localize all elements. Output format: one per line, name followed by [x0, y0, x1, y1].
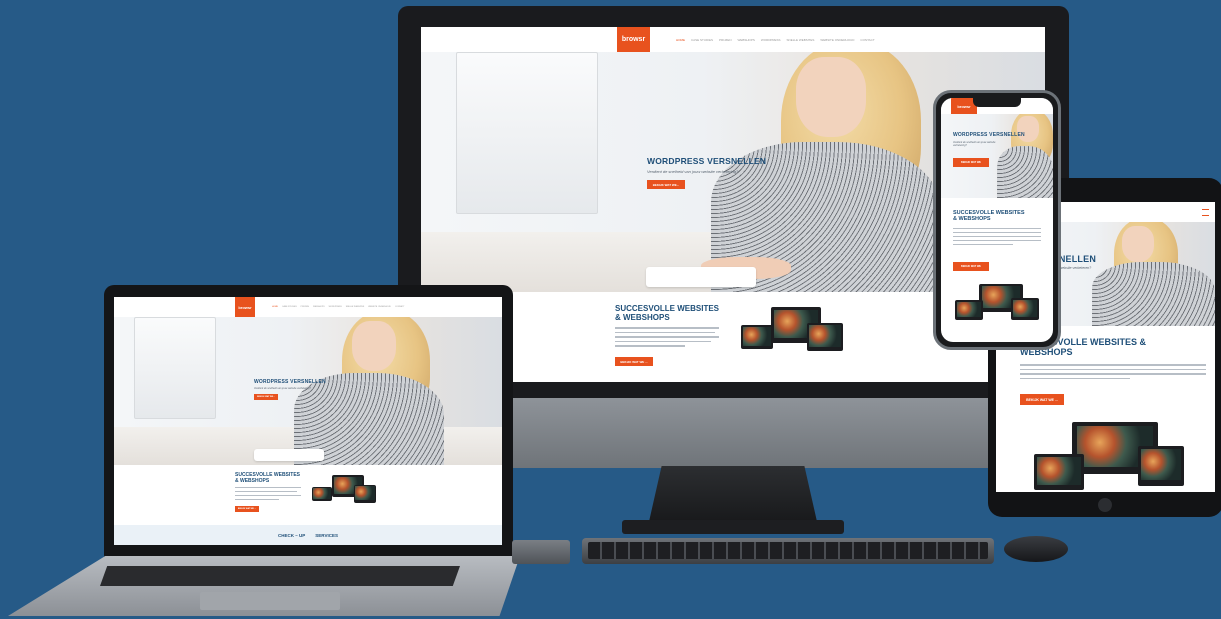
- phone-devices-mockup: [955, 284, 1039, 328]
- nav-item-home[interactable]: HOME: [676, 38, 685, 42]
- imac-section-text: [615, 327, 719, 350]
- laptop-hero-subtitle: Verdient de snelheid van jouw website ve…: [254, 387, 312, 390]
- laptop-hero: WORDPRESS VERSNELLEN Verdient de snelhei…: [114, 317, 502, 465]
- desk-mouse: [1004, 536, 1068, 562]
- imac-menu: HOME CASE STUDIES PRIJZEN WEBSHOPS WORDP…: [676, 38, 875, 42]
- imac-section-title: SUCCESVOLLE WEBSITES & WEBSHOPS: [615, 304, 720, 322]
- imac-logo[interactable]: browsr: [617, 27, 650, 52]
- nav-item-contact[interactable]: CONTACT: [860, 38, 874, 42]
- nav-item-snelle-websites[interactable]: SNELLE WEBSITES: [787, 38, 815, 42]
- phone-section-title: SUCCESVOLLE WEBSITES & WEBSHOPS: [953, 210, 1025, 223]
- tablet-section-cta[interactable]: BEKIJK WAT WE ...: [1020, 394, 1064, 405]
- laptop-screen: browsr HOME CASE STUDIES PRIJZEN WEBSHOP…: [114, 297, 502, 545]
- phone-hero-cta[interactable]: BEKIJK WAT WE: [953, 158, 989, 167]
- strip-check-up[interactable]: CHECK – UP: [278, 533, 305, 538]
- phone-section-text: [953, 228, 1041, 248]
- phone-section-cta[interactable]: BEKIJK WAT WE: [953, 262, 989, 271]
- imac-stand: [648, 466, 818, 526]
- laptop-logo[interactable]: browsr: [235, 297, 255, 317]
- nav-item-webshops[interactable]: WEBSHOPS: [738, 38, 755, 42]
- laptop-hero-cta[interactable]: BEKIJK WAT WE...: [254, 394, 278, 400]
- laptop-section-title: SUCCESVOLLE WEBSITES & WEBSHOPS: [235, 472, 301, 484]
- tablet-devices-mockup: [1034, 422, 1184, 492]
- imac-stand-base: [622, 520, 844, 534]
- phone-screen: browsr WORDPRESS VERSNELLEN Verdient de …: [941, 98, 1053, 342]
- laptop-devices-mockup: [312, 475, 378, 511]
- phone-hero-subtitle: Verdient de snelheid van jouw website ve…: [953, 141, 996, 147]
- laptop-trackpad: [200, 592, 340, 610]
- phone-hero-title: WORDPRESS VERSNELLEN: [953, 132, 1025, 138]
- laptop-menu: HOME CASE STUDIES PRIJZEN WEBSHOPS WORDP…: [272, 306, 405, 308]
- laptop-navbar: browsr HOME CASE STUDIES PRIJZEN WEBSHOP…: [114, 297, 502, 318]
- imac-hero-subtitle: Verdient de snelheid van jouw website ve…: [647, 169, 739, 174]
- phone-hero: WORDPRESS VERSNELLEN Verdient de snelhei…: [941, 114, 1053, 198]
- tablet-menu-icon[interactable]: [1202, 209, 1209, 216]
- laptop-section-cta[interactable]: BEKIJK WAT WE ...: [235, 506, 259, 512]
- tablet-section-text: [1020, 364, 1206, 382]
- strip-services[interactable]: SERVICES: [315, 533, 338, 538]
- laptop-keyboard: [100, 566, 460, 586]
- imac-section-cta[interactable]: BEKIJK WAT WE ...: [615, 357, 653, 366]
- speaker-object: [512, 540, 570, 564]
- imac-navbar: browsr HOME CASE STUDIES PRIJZEN WEBSHOP…: [421, 27, 1045, 53]
- laptop-bottom-strip: CHECK – UP SERVICES: [114, 525, 502, 545]
- nav-item-wordpress[interactable]: WORDPRESS: [761, 38, 781, 42]
- laptop-hero-title: WORDPRESS VERSNELLEN: [254, 379, 326, 385]
- tablet-home-button[interactable]: [1098, 498, 1112, 512]
- desk-keyboard: [582, 538, 994, 564]
- devices-mockup-image: [741, 307, 846, 367]
- phone-notch: [973, 98, 1021, 107]
- hero-photo-face: [796, 57, 866, 137]
- nav-item-prijzen[interactable]: PRIJZEN: [719, 38, 732, 42]
- hero-photo-keyboard: [646, 267, 756, 287]
- nav-item-case-studies[interactable]: CASE STUDIES: [691, 38, 713, 42]
- scene: { "brand": {"logo": "browsr", "accent": …: [0, 0, 1221, 619]
- nav-item-onderhoud[interactable]: WEBSITE ONDERHOUD: [820, 38, 854, 42]
- laptop-section-text: [235, 487, 301, 503]
- imac-hero-title: WORDPRESS VERSNELLEN: [647, 156, 767, 166]
- hero-photo-monitor: [456, 52, 598, 214]
- imac-hero-cta[interactable]: BEKIJK WAT WE...: [647, 180, 685, 189]
